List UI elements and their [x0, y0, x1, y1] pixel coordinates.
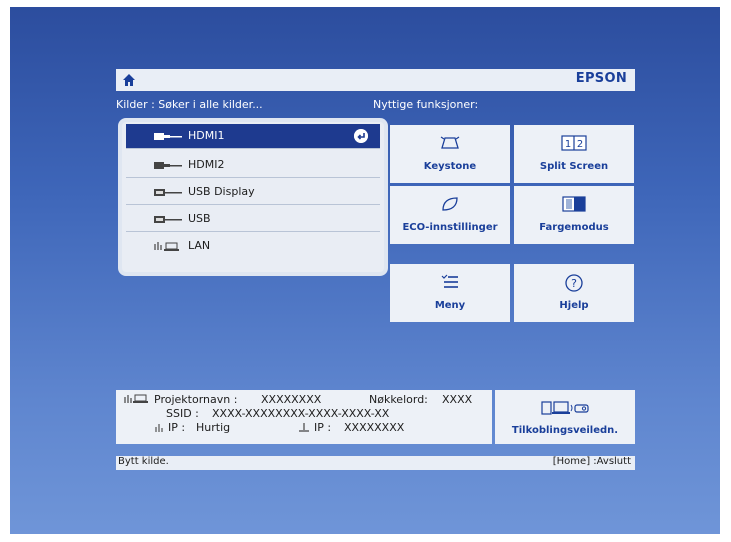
wired-ip-label: IP :	[314, 421, 332, 434]
color-mode-tile[interactable]: Fargemodus	[514, 186, 634, 244]
tile-label: Split Screen	[539, 161, 609, 172]
network-info-panel: Projektornavn : XXXXXXXX Nøkkelord: XXXX…	[116, 390, 492, 444]
connection-guide-icon	[541, 401, 589, 415]
exit-hint: [Home] :Avslutt	[552, 456, 631, 467]
help-glyph: ?	[571, 277, 577, 290]
wireless-icon	[155, 424, 163, 432]
wired-ip-value: XXXXXXXX	[344, 421, 405, 434]
functions-heading: Nyttige funksjoner:	[373, 98, 479, 111]
menu-tile[interactable]: Meny	[390, 264, 510, 322]
eco-leaf-icon	[442, 197, 458, 211]
help-icon: ?	[565, 274, 583, 292]
projector-name-value: XXXXXXXX	[261, 393, 322, 406]
ssid-label: SSID :	[166, 407, 199, 420]
tile-label: Keystone	[423, 161, 477, 172]
top-bar: EPSON	[116, 69, 635, 91]
tile-label: ECO-innstillinger	[402, 222, 498, 233]
projector-name-label: Projektornavn :	[154, 393, 238, 406]
keystone-tile[interactable]: Keystone	[390, 125, 510, 183]
hint-text: Bytt kilde.	[118, 456, 169, 467]
network-icon	[154, 242, 179, 251]
usb-cable-icon	[154, 216, 182, 223]
brand-logo: EPSON	[575, 71, 627, 86]
source-item-hdmi1[interactable]: HDMI1	[126, 124, 380, 149]
split-screen-number-2: 2	[577, 139, 583, 150]
split-screen-icon: 1 2	[561, 135, 587, 151]
split-screen-number-1: 1	[565, 139, 571, 150]
source-item-lan[interactable]: LAN	[126, 234, 380, 258]
wired-lan-icon	[299, 423, 309, 432]
source-label: HDMI1	[188, 129, 225, 142]
source-label: USB	[188, 212, 211, 225]
enter-icon	[354, 129, 368, 143]
home-icon[interactable]	[122, 73, 136, 87]
source-label: LAN	[188, 239, 211, 252]
menu-list-icon	[441, 274, 458, 288]
help-tile[interactable]: ? Hjelp	[514, 264, 634, 322]
keyword-value: XXXX	[442, 393, 473, 406]
tile-label: Meny	[434, 300, 466, 311]
eco-settings-tile[interactable]: ECO-innstillinger	[390, 186, 510, 244]
status-bar: Bytt kilde. [Home] :Avslutt	[116, 456, 635, 470]
wireless-ip-label: IP :	[168, 421, 186, 434]
color-mode-icon	[562, 196, 586, 212]
tile-label: Fargemodus	[539, 222, 609, 233]
hdmi-connector-icon	[154, 162, 182, 169]
source-label: HDMI2	[188, 158, 225, 171]
keyword-label: Nøkkelord:	[369, 393, 428, 406]
split-screen-tile[interactable]: 1 2 Split Screen	[514, 125, 634, 183]
connection-guide-tile[interactable]: Tilkoblingsveiledn.	[495, 390, 635, 444]
ssid-value: XXXX-XXXXXXXX-XXXX-XXXX-XX	[212, 407, 390, 420]
source-list: HDMI1 HDMI2 USB Display USB LAN	[118, 118, 388, 276]
usb-cable-icon	[154, 189, 182, 196]
keystone-icon	[440, 136, 460, 149]
source-item-hdmi2[interactable]: HDMI2	[126, 153, 380, 178]
source-label: USB Display	[188, 185, 255, 198]
connection-guide-label: Tilkoblingsveiledn.	[511, 425, 619, 436]
tile-label: Hjelp	[559, 300, 589, 311]
wireless-ip-mode: Hurtig	[196, 421, 231, 434]
network-icon	[124, 394, 148, 403]
hdmi-connector-icon	[154, 133, 182, 140]
sources-heading: Kilder : Søker i alle kilder...	[116, 98, 263, 111]
source-item-usb-display[interactable]: USB Display	[126, 180, 380, 205]
source-item-usb[interactable]: USB	[126, 207, 380, 232]
